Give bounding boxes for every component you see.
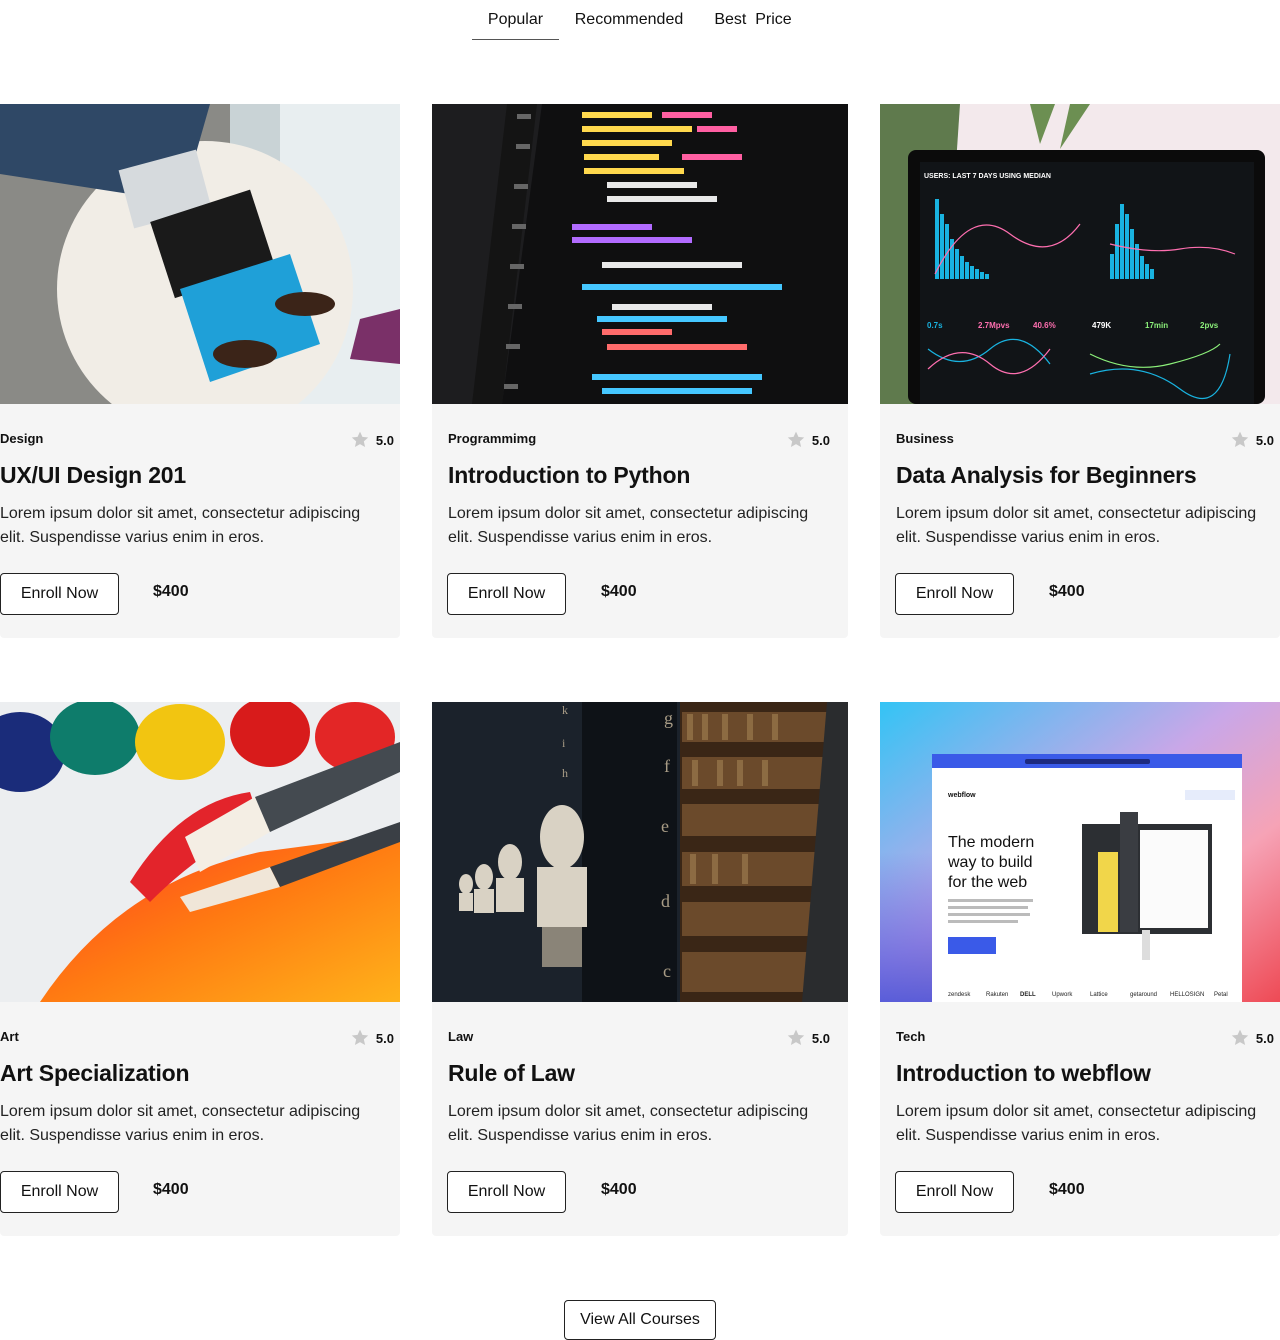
course-image-paint [0,702,400,1002]
tab-popular[interactable]: Popular [472,0,559,40]
svg-text:g: g [664,708,673,728]
webflow-logo: webflow [947,792,976,799]
course-image-library: gfedc kih [432,702,848,1002]
course-image-dashboard: USERS: LAST 7 DAYS USING MEDIAN 0.7s 2.7… [880,104,1280,404]
svg-text:c: c [663,961,671,981]
course-filter-tabs: Popular Recommended Best Price [0,0,1280,40]
client-logo: Petal [1214,992,1228,998]
course-price: $400 [1049,1181,1085,1198]
course-card: Art 5.0 Art Specialization Lorem ipsum d… [0,702,400,1236]
client-logo: Upwork [1052,992,1073,998]
tab-best-price[interactable]: Best Price [706,0,800,40]
webflow-headline: The modern [948,834,1034,851]
enroll-now-button[interactable]: Enroll Now [447,1171,566,1213]
course-price: $400 [1049,583,1085,600]
course-rating: 5.0 [786,1028,830,1048]
course-category: Programmimg [448,431,537,446]
course-title: Introduction to webflow [896,1060,1151,1086]
course-image-laptop [0,104,400,404]
client-logo: getaround [1130,992,1157,998]
course-title: Data Analysis for Beginners [896,462,1197,488]
course-card: gfedc kih Law 5.0 Rule of Law Lorem ipsu… [432,702,848,1236]
svg-text:k: k [562,703,568,717]
rating-value: 5.0 [1255,432,1274,448]
course-image-code [432,104,848,404]
enroll-now-button[interactable]: Enroll Now [895,1171,1014,1213]
course-description: Lorem ipsum dolor sit amet, consectetur … [896,1103,1257,1144]
course-description: Lorem ipsum dolor sit amet, consectetur … [0,1103,361,1144]
metric-value: 0.7s [927,321,943,330]
course-category: Tech [896,1029,926,1044]
svg-text:h: h [562,766,568,780]
client-logo: Rakuten [986,992,1008,998]
webflow-headline: for the web [948,874,1027,891]
course-title: Rule of Law [448,1060,575,1086]
course-category: Business [896,431,954,446]
course-rating: 5.0 [350,1028,394,1048]
course-price: $400 [601,583,637,600]
client-logo: zendesk [948,992,971,998]
course-card: Programmimg 5.0 Introduction to Python L… [432,104,848,638]
course-card: USERS: LAST 7 DAYS USING MEDIAN 0.7s 2.7… [880,104,1280,638]
course-title: Art Specialization [0,1060,190,1086]
course-category: Art [0,1029,19,1044]
course-rating: 5.0 [1230,430,1274,450]
star-icon [787,431,805,447]
client-logo: Lattice [1090,992,1108,998]
enroll-now-button[interactable]: Enroll Now [0,1171,119,1213]
course-description: Lorem ipsum dolor sit amet, consectetur … [896,505,1257,546]
dashboard-header: USERS: LAST 7 DAYS USING MEDIAN [924,173,1051,180]
course-rating: 5.0 [350,430,394,450]
svg-text:d: d [661,891,670,911]
metric-value: 2pvs [1200,321,1219,330]
rating-value: 5.0 [811,432,830,448]
star-icon [787,1029,805,1045]
enroll-now-button[interactable]: Enroll Now [0,573,119,615]
star-icon [1231,431,1249,447]
course-card: webflow The modern way to build for the … [880,702,1280,1236]
client-logo: HELLOSIGN [1170,992,1204,998]
enroll-now-button[interactable]: Enroll Now [447,573,566,615]
metric-value: 479K [1092,321,1111,330]
tab-recommended[interactable]: Recommended [566,0,692,40]
client-logo: DELL [1020,992,1036,998]
course-price: $400 [601,1181,637,1198]
course-category: Design [0,431,44,446]
course-description: Lorem ipsum dolor sit amet, consectetur … [448,1103,809,1144]
metric-value: 40.6% [1033,321,1056,330]
star-icon [351,1029,369,1045]
course-image-webflow: webflow The modern way to build for the … [880,702,1280,1002]
svg-text:f: f [664,756,670,776]
course-price: $400 [153,1181,189,1198]
rating-value: 5.0 [1255,1030,1274,1046]
rating-value: 5.0 [375,1030,394,1046]
metric-value: 2.7Mpvs [978,321,1010,330]
star-icon [351,431,369,447]
rating-value: 5.0 [811,1030,830,1046]
course-description: Lorem ipsum dolor sit amet, consectetur … [0,505,361,546]
star-icon [1231,1029,1249,1045]
svg-text:e: e [661,816,669,836]
course-title: UX/UI Design 201 [0,462,186,488]
enroll-now-button[interactable]: Enroll Now [895,573,1014,615]
course-card: Design 5.0 UX/UI Design 201 Lorem ipsum … [0,104,400,638]
course-description: Lorem ipsum dolor sit amet, consectetur … [448,505,809,546]
rating-value: 5.0 [375,432,394,448]
course-rating: 5.0 [1230,1028,1274,1048]
view-all-courses-button[interactable]: View All Courses [564,1300,716,1340]
metric-value: 17min [1145,321,1168,330]
webflow-headline: way to build [947,854,1033,871]
course-rating: 5.0 [786,430,830,450]
course-category: Law [448,1029,474,1044]
course-price: $400 [153,583,189,600]
course-title: Introduction to Python [448,462,691,488]
